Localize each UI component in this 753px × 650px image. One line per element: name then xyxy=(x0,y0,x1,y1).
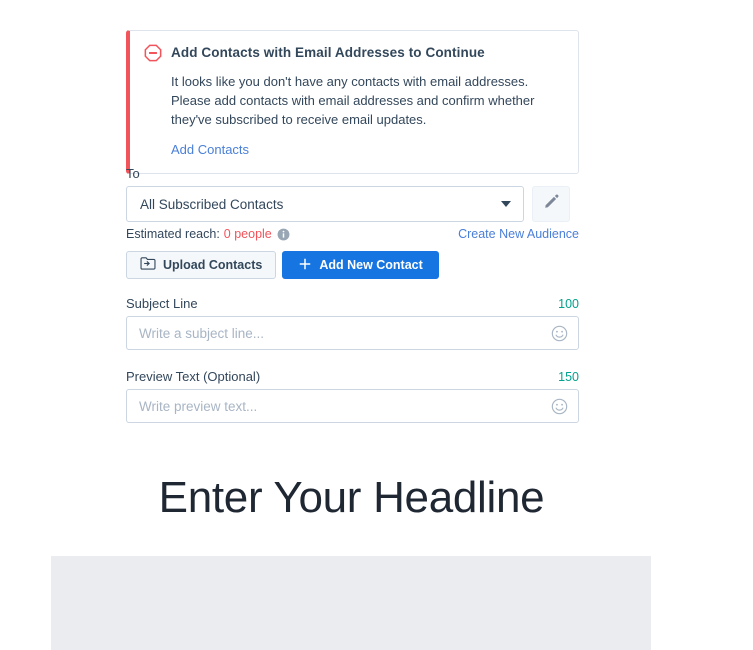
edit-audience-button[interactable] xyxy=(532,186,570,222)
add-contacts-link[interactable]: Add Contacts xyxy=(171,142,249,157)
email-headline[interactable]: Enter Your Headline xyxy=(0,470,703,526)
email-image-placeholder[interactable] xyxy=(51,556,651,650)
alert-message: It looks like you don't have any contact… xyxy=(171,74,535,127)
to-label: To xyxy=(126,166,140,181)
alert-title: Add Contacts with Email Addresses to Con… xyxy=(171,45,485,60)
error-octagon-minus-icon xyxy=(144,44,162,62)
subject-line-placeholder: Write a subject line... xyxy=(139,325,265,341)
preview-text-header: Preview Text (Optional) 150 xyxy=(126,369,579,384)
preview-text-label: Preview Text (Optional) xyxy=(126,369,261,384)
estimated-reach-row: Estimated reach: 0 people Create New Aud… xyxy=(126,227,579,241)
upload-contacts-label: Upload Contacts xyxy=(163,258,263,272)
pencil-icon xyxy=(543,193,560,215)
folder-upload-icon xyxy=(140,256,156,274)
contact-actions-row: Upload Contacts Add New Contact xyxy=(126,251,439,279)
smiley-face-icon[interactable] xyxy=(551,398,568,415)
add-new-contact-label: Add New Contact xyxy=(319,258,423,272)
subject-line-input[interactable]: Write a subject line... xyxy=(126,316,579,350)
subject-line-header: Subject Line 100 xyxy=(126,296,579,311)
subject-line-field: Subject Line 100 Write a subject line... xyxy=(126,296,579,350)
alert-header: Add Contacts with Email Addresses to Con… xyxy=(144,43,562,63)
preview-text-char-count: 150 xyxy=(558,370,579,384)
preview-text-placeholder: Write preview text... xyxy=(139,398,258,414)
smiley-face-icon[interactable] xyxy=(551,325,568,342)
audience-select-value: All Subscribed Contacts xyxy=(140,196,284,212)
preview-text-field: Preview Text (Optional) 150 Write previe… xyxy=(126,369,579,423)
audience-select[interactable]: All Subscribed Contacts xyxy=(126,186,524,222)
create-new-audience-link[interactable]: Create New Audience xyxy=(458,227,579,241)
subject-line-char-count: 100 xyxy=(558,297,579,311)
upload-contacts-button[interactable]: Upload Contacts xyxy=(126,251,277,279)
estimated-reach-count: 0 people xyxy=(223,227,272,241)
preview-text-input[interactable]: Write preview text... xyxy=(126,389,579,423)
to-field-row: All Subscribed Contacts xyxy=(126,186,570,222)
subject-line-label: Subject Line xyxy=(126,296,198,311)
error-alert: Add Contacts with Email Addresses to Con… xyxy=(126,30,579,174)
estimated-reach-label: Estimated reach: xyxy=(126,227,220,241)
chevron-down-icon xyxy=(501,201,511,207)
info-circle-icon[interactable] xyxy=(277,228,290,241)
plus-icon xyxy=(298,257,312,274)
add-new-contact-button[interactable]: Add New Contact xyxy=(282,251,439,279)
